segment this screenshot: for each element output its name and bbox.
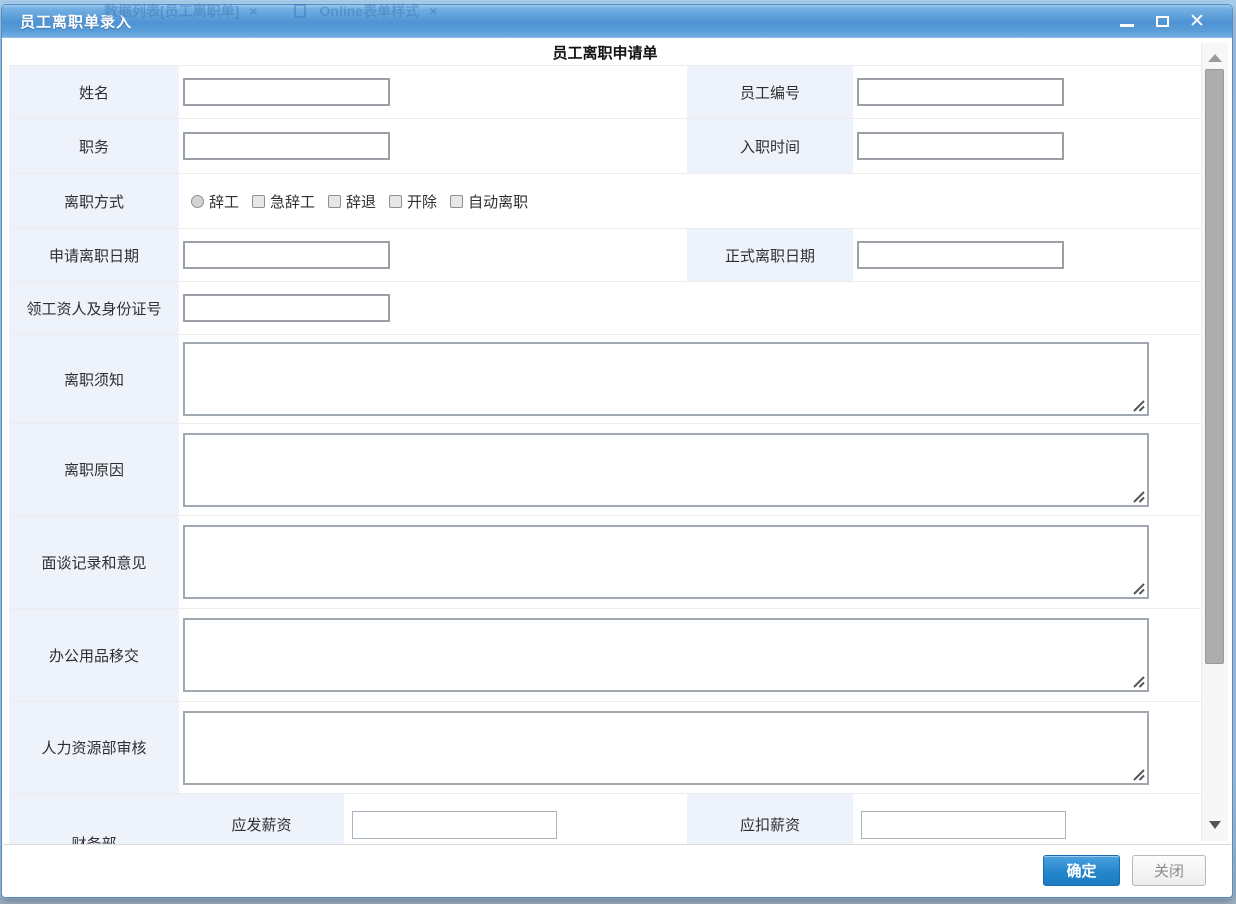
row-name: 姓名 员工编号 (9, 65, 1201, 118)
hire-date-input[interactable] (857, 132, 1064, 160)
leave-option-label: 辞退 (346, 191, 376, 212)
close-icon: ✕ (1189, 13, 1205, 31)
close-dialog-button[interactable]: 关闭 (1132, 855, 1206, 886)
close-button[interactable]: ✕ (1188, 13, 1206, 31)
salary-deduct-label: 应扣薪资 (687, 794, 853, 844)
form-scroll-area: 员工离职申请单 姓名 员工编号 职务 入职时间 离职方式 辞工 (3, 39, 1231, 844)
window-controls: ✕ (1118, 5, 1206, 38)
leave-option-label: 急辞工 (270, 191, 315, 212)
resignation-form: 员工离职申请单 姓名 员工编号 职务 入职时间 离职方式 辞工 (9, 39, 1201, 844)
row-notice: 离职须知 (9, 334, 1201, 423)
vertical-scrollbar[interactable] (1201, 43, 1228, 841)
scroll-up-arrow-icon[interactable] (1208, 54, 1222, 62)
employee-no-input[interactable] (857, 78, 1064, 106)
leave-option-label: 辞工 (209, 191, 239, 212)
row-interview: 面谈记录和意见 (9, 515, 1201, 608)
reason-textarea[interactable] (183, 433, 1149, 507)
row-reason: 离职原因 (9, 423, 1201, 515)
leave-option-resign[interactable]: 辞工 (191, 191, 239, 212)
hr-review-label: 人力资源部审核 (9, 702, 179, 793)
hr-review-textarea[interactable] (183, 711, 1149, 785)
scrollbar-thumb[interactable] (1205, 69, 1224, 664)
leave-option-dismiss[interactable]: 辞退 (328, 191, 376, 212)
leave-option-auto-leave[interactable]: 自动离职 (450, 191, 528, 212)
checkbox-icon[interactable] (328, 195, 341, 208)
minimize-button[interactable] (1118, 13, 1136, 31)
apply-date-input[interactable] (183, 241, 390, 269)
hire-date-label: 入职时间 (687, 119, 853, 173)
leave-option-fire[interactable]: 开除 (389, 191, 437, 212)
row-payee: 领工资人及身份证号 (9, 281, 1201, 334)
official-date-input[interactable] (857, 241, 1064, 269)
row-finance: 财务部 应发薪资 应扣薪资 (9, 793, 1201, 844)
leave-type-options: 辞工 急辞工 辞退 开除 自动离职 (191, 191, 528, 212)
maximize-button[interactable] (1153, 13, 1171, 31)
maximize-icon (1156, 16, 1169, 27)
interview-textarea[interactable] (183, 525, 1149, 599)
leave-option-label: 开除 (407, 191, 437, 212)
leave-type-label: 离职方式 (9, 174, 179, 228)
notice-textarea[interactable] (183, 342, 1149, 416)
payee-input[interactable] (183, 294, 390, 322)
checkbox-icon[interactable] (252, 195, 265, 208)
notice-label: 离职须知 (9, 335, 179, 423)
dialog-title: 员工离职单录入 (20, 11, 132, 32)
checkbox-icon[interactable] (389, 195, 402, 208)
position-input[interactable] (183, 132, 390, 160)
row-supplies: 办公用品移交 (9, 608, 1201, 701)
scroll-down-arrow-icon[interactable] (1209, 821, 1221, 829)
radio-icon[interactable] (191, 195, 204, 208)
checkbox-icon[interactable] (450, 195, 463, 208)
salary-deduct-input[interactable] (861, 811, 1066, 839)
interview-label: 面谈记录和意见 (9, 516, 179, 608)
reason-label: 离职原因 (9, 424, 179, 515)
employee-no-label: 员工编号 (687, 66, 853, 118)
row-apply-date: 申请离职日期 正式离职日期 (9, 228, 1201, 281)
form-title: 员工离职申请单 (9, 39, 1201, 65)
row-leave-type: 离职方式 辞工 急辞工 辞退 开除 自动离职 (9, 173, 1201, 228)
minimize-icon (1120, 24, 1134, 27)
finance-label: 财务部 (9, 794, 179, 844)
official-date-label: 正式离职日期 (687, 229, 853, 281)
apply-date-label: 申请离职日期 (9, 229, 179, 281)
employee-resignation-dialog: 员工离职单录入 ✕ 员工离职申请单 姓名 员工编号 职务 入职时间 (1, 4, 1233, 898)
row-position: 职务 入职时间 (9, 118, 1201, 173)
name-label: 姓名 (9, 66, 179, 118)
payee-label: 领工资人及身份证号 (9, 282, 179, 334)
salary-payable-label: 应发薪资 (179, 794, 344, 844)
row-hr-review: 人力资源部审核 (9, 701, 1201, 793)
dialog-footer: 确定 关闭 (3, 844, 1231, 896)
position-label: 职务 (9, 119, 179, 173)
ok-button[interactable]: 确定 (1043, 855, 1120, 886)
name-input[interactable] (183, 78, 390, 106)
dialog-titlebar[interactable]: 员工离职单录入 ✕ (2, 5, 1232, 38)
supplies-textarea[interactable] (183, 618, 1149, 692)
leave-option-label: 自动离职 (468, 191, 528, 212)
salary-payable-input[interactable] (352, 811, 557, 839)
leave-option-urgent-resign[interactable]: 急辞工 (252, 191, 315, 212)
supplies-label: 办公用品移交 (9, 609, 179, 701)
